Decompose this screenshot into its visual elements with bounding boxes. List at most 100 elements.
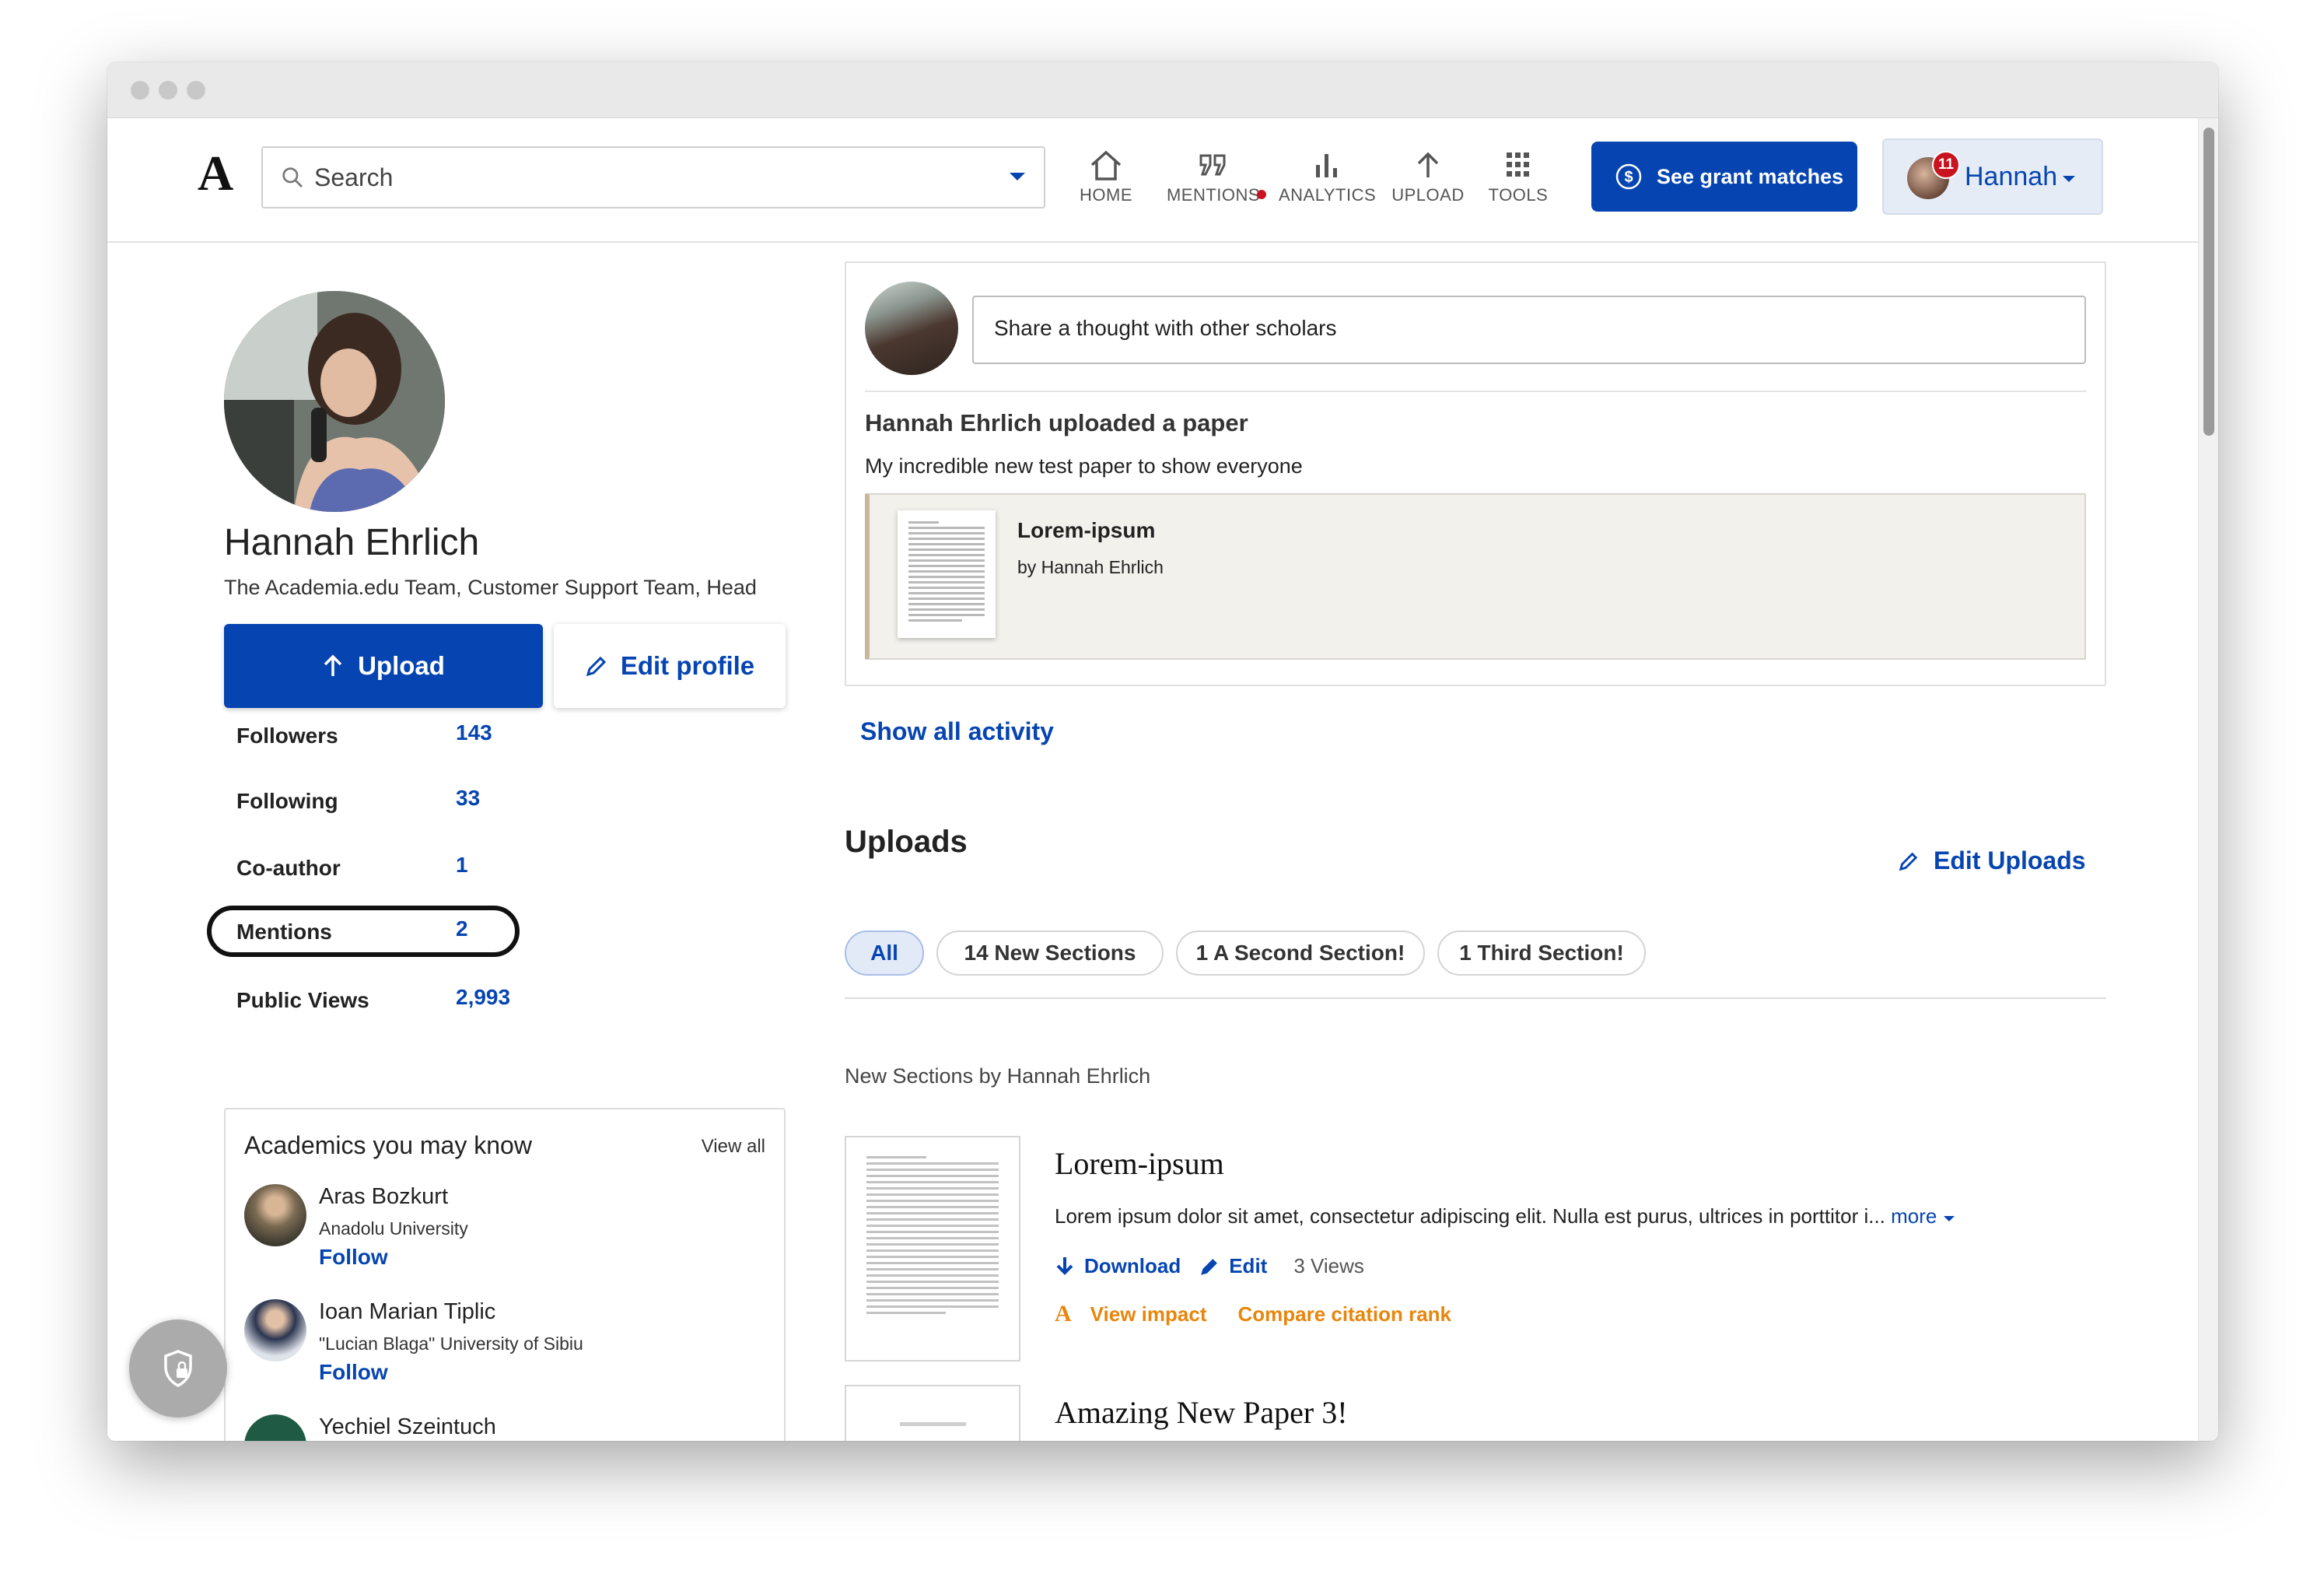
work-thumbnail[interactable] — [845, 1385, 1020, 1441]
edit-uploads-label: Edit Uploads — [1934, 846, 2086, 874]
academic-name[interactable]: Yechiel Szeintuch — [319, 1414, 496, 1440]
stat-label: Mentions — [236, 920, 332, 944]
home-icon — [1090, 150, 1122, 180]
download-link[interactable]: Download — [1084, 1254, 1181, 1278]
grant-matches-button[interactable]: $ See grant matches — [1591, 142, 1857, 212]
dollar-circle-icon: $ — [1615, 163, 1642, 190]
edit-profile-button[interactable]: Edit profile — [554, 624, 786, 708]
academic-name[interactable]: Ioan Marian Tiplic — [319, 1299, 495, 1325]
quote-icon — [1199, 154, 1226, 176]
work-impact-actions: A View impact Compare citation rank — [1055, 1301, 1451, 1327]
arrow-up-icon — [1417, 152, 1439, 177]
view-all-link[interactable]: View all — [702, 1136, 765, 1158]
follow-link[interactable]: Follow — [319, 1360, 388, 1385]
stat-mentions[interactable]: Mentions 2 — [207, 906, 520, 957]
window-zoom-dot[interactable] — [187, 81, 205, 100]
stat-public-views[interactable]: Public Views 2,993 — [224, 976, 520, 1027]
section-heading: New Sections by Hannah Ehrlich — [845, 1064, 1151, 1088]
nav-home[interactable]: HOME — [1075, 148, 1137, 218]
window-minimize-dot[interactable] — [159, 81, 177, 100]
grant-matches-label: See grant matches — [1657, 164, 1844, 188]
upload-button[interactable]: Upload — [224, 624, 543, 708]
scrollbar[interactable] — [2198, 118, 2218, 1441]
window-close-dot[interactable] — [131, 81, 149, 100]
nav-mentions[interactable]: MENTIONS — [1162, 148, 1266, 218]
work-abstract: Lorem ipsum dolor sit amet, consectetur … — [1055, 1204, 1955, 1228]
download-icon — [1056, 1256, 1073, 1275]
edit-link[interactable]: Edit — [1229, 1254, 1267, 1278]
filter-chip-second-section[interactable]: 1 A Second Section! — [1176, 930, 1425, 976]
work-title[interactable]: Amazing New Paper 3! — [1055, 1394, 1348, 1431]
grid-icon — [1507, 152, 1529, 177]
stat-coauthor[interactable]: Co-author 1 — [224, 843, 520, 895]
academia-logo[interactable]: A — [198, 145, 233, 202]
academic-university: "Lucian Blaga" University of Sibiu — [319, 1333, 583, 1354]
nav-mentions-label: MENTIONS — [1166, 185, 1261, 205]
avatar[interactable] — [244, 1184, 306, 1246]
activity-description: My incredible new test paper to show eve… — [865, 454, 1303, 478]
divider — [865, 391, 2086, 392]
profile-affiliation[interactable]: The Academia.edu Team, Customer Support … — [224, 576, 757, 600]
scrollbar-thumb[interactable] — [2203, 128, 2214, 436]
abstract-text: Lorem ipsum dolor sit amet, consectetur … — [1055, 1204, 1885, 1228]
uploads-heading: Uploads — [845, 825, 968, 859]
notification-badge[interactable]: 11 — [1932, 151, 1960, 179]
edit-profile-label: Edit profile — [620, 651, 755, 680]
top-header: A HOME MENTIONS ANALYTICS UPLOAD — [107, 118, 2198, 243]
arrow-up-icon — [324, 654, 342, 676]
avatar[interactable] — [244, 1414, 306, 1441]
avatar[interactable] — [865, 282, 958, 375]
upload-label: Upload — [358, 651, 445, 680]
stat-value[interactable]: 2 — [456, 916, 468, 941]
privacy-shield-button[interactable] — [129, 1319, 227, 1418]
academic-university: Anadolu University — [319, 1218, 468, 1239]
work-actions: Download Edit 3 Views — [1055, 1254, 1364, 1278]
browser-window: A HOME MENTIONS ANALYTICS UPLOAD — [107, 62, 2218, 1441]
nav-analytics[interactable]: ANALYTICS — [1279, 148, 1376, 218]
stat-value[interactable]: 1 — [456, 853, 468, 878]
stat-value[interactable]: 33 — [456, 786, 480, 811]
edit-uploads-link[interactable]: Edit Uploads — [1898, 846, 2086, 875]
pencil-icon — [586, 656, 606, 677]
search-box[interactable] — [261, 146, 1045, 209]
show-all-activity-link[interactable]: Show all activity — [860, 717, 1054, 746]
share-thought-input[interactable]: Share a thought with other scholars — [972, 296, 2086, 364]
search-input[interactable] — [314, 162, 983, 193]
nav-upload-label: UPLOAD — [1391, 185, 1465, 205]
filter-chip-all[interactable]: All — [845, 930, 924, 976]
page-content: A HOME MENTIONS ANALYTICS UPLOAD — [107, 118, 2198, 1441]
suggested-academic: Ioan Marian Tiplic "Lucian Blaga" Univer… — [244, 1299, 758, 1408]
paper-title[interactable]: Lorem-ipsum — [1017, 518, 1155, 543]
stat-followers[interactable]: Followers 143 — [224, 711, 520, 762]
nav-tools[interactable]: TOOLS — [1487, 148, 1549, 218]
stat-label: Co-author — [236, 856, 341, 880]
chevron-down-icon[interactable] — [1008, 171, 1027, 184]
caret-down-icon — [2063, 176, 2075, 182]
caret-down-icon[interactable] — [1943, 1215, 1955, 1223]
follow-link[interactable]: Follow — [319, 1245, 388, 1270]
work-title[interactable]: Lorem-ipsum — [1055, 1145, 1224, 1182]
profile-photo-art — [224, 291, 445, 512]
nav-home-label: HOME — [1080, 185, 1132, 205]
search-icon — [282, 167, 303, 187]
pencil-icon — [1899, 852, 1918, 871]
nav-upload[interactable]: UPLOAD — [1389, 148, 1467, 218]
filter-chip-third-section[interactable]: 1 Third Section! — [1437, 930, 1646, 976]
user-menu-button[interactable]: 11 Hannah — [1882, 138, 2103, 215]
work-thumbnail[interactable] — [845, 1136, 1020, 1361]
academic-name[interactable]: Aras Bozkurt — [319, 1184, 448, 1210]
views-count: 3 Views — [1293, 1254, 1364, 1277]
paper-card[interactable]: Lorem-ipsum by Hannah Ehrlich — [865, 493, 2086, 660]
stat-value[interactable]: 143 — [456, 720, 492, 745]
more-link[interactable]: more — [1891, 1204, 1937, 1228]
suggested-academic: Yechiel Szeintuch — [244, 1414, 758, 1441]
avatar[interactable] — [244, 1299, 306, 1361]
stat-value[interactable]: 2,993 — [456, 985, 510, 1010]
filter-chip-new-sections[interactable]: 14 New Sections — [936, 930, 1164, 976]
citation-rank-link[interactable]: Compare citation rank — [1237, 1302, 1451, 1326]
view-impact-link[interactable]: View impact — [1090, 1302, 1207, 1326]
stat-following[interactable]: Following 33 — [224, 776, 520, 828]
svg-text:$: $ — [1624, 169, 1633, 186]
profile-photo[interactable] — [224, 291, 445, 512]
paper-thumbnail[interactable] — [898, 510, 996, 638]
